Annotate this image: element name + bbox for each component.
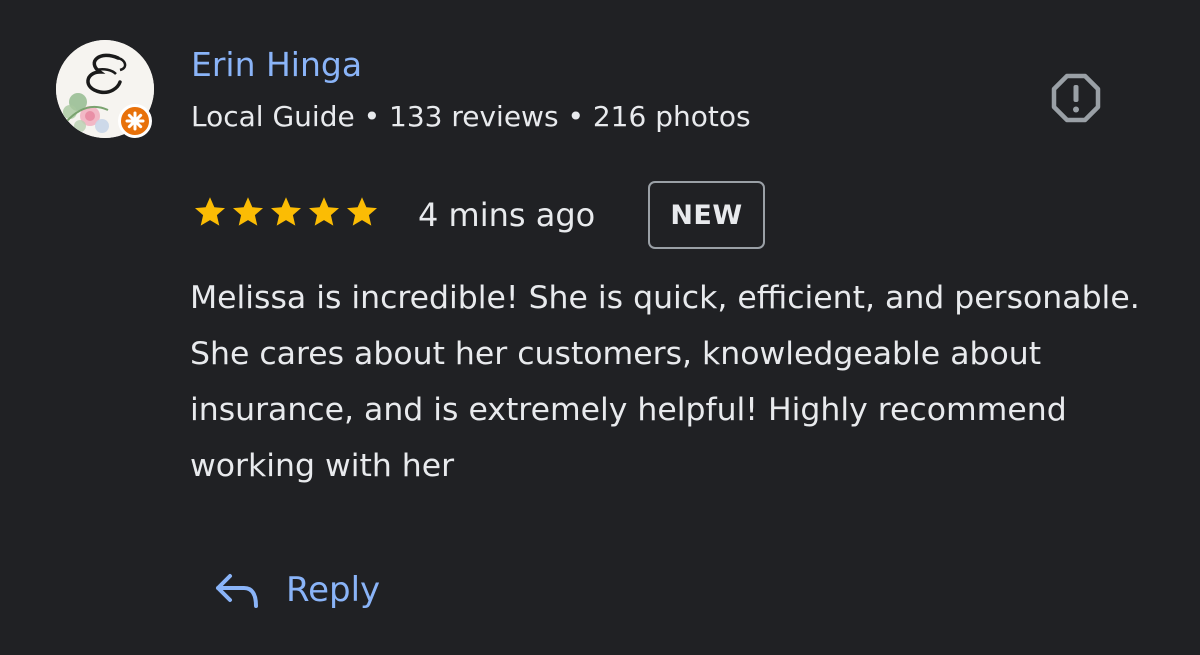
reply-button[interactable]: Reply <box>214 566 380 614</box>
review-text: Melissa is incredible! She is quick, eff… <box>190 280 1140 484</box>
new-badge: NEW <box>648 181 765 249</box>
star-icon <box>309 197 339 226</box>
reply-label: Reply <box>286 570 381 610</box>
reply-arrow-icon <box>214 570 260 610</box>
reviewer-meta: Local Guide • 133 reviews • 216 photos <box>191 100 751 133</box>
review-card: Erin Hinga Local Guide • 133 reviews • 2… <box>0 0 1200 655</box>
star-icon <box>195 197 225 226</box>
report-icon[interactable] <box>1048 70 1104 126</box>
star-icon <box>347 197 377 226</box>
star-icon <box>271 197 301 226</box>
star-icon <box>233 197 263 226</box>
review-time: 4 mins ago <box>418 196 596 234</box>
local-guide-badge-icon <box>118 104 152 138</box>
star-rating <box>192 194 380 230</box>
reviewer-name[interactable]: Erin Hinga <box>191 44 362 86</box>
